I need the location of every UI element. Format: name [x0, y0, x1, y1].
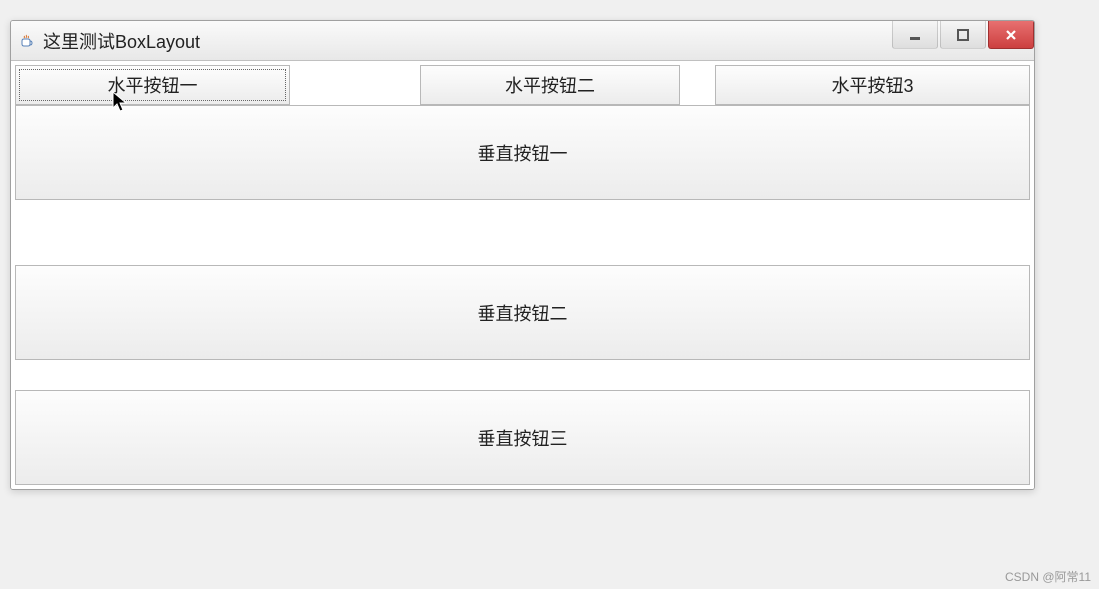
button-label: 水平按钮二 [505, 72, 595, 98]
button-label: 垂直按钮一 [478, 140, 568, 166]
java-cup-icon [17, 32, 35, 50]
vertical-button-1[interactable]: 垂直按钮一 [15, 105, 1030, 200]
window-title: 这里测试BoxLayout [43, 28, 1028, 54]
horizontal-button-3[interactable]: 水平按钮3 [715, 65, 1030, 105]
watermark: CSDN @阿常11 [1005, 568, 1091, 585]
app-window: 这里测试BoxLayout 水平按钮一 [10, 20, 1035, 490]
button-label: 垂直按钮三 [478, 425, 568, 451]
horizontal-button-2[interactable]: 水平按钮二 [420, 65, 680, 105]
vertical-strut-1 [15, 200, 1030, 265]
title-bar: 这里测试BoxLayout [11, 21, 1034, 61]
horizontal-button-1[interactable]: 水平按钮一 [15, 65, 290, 105]
close-button[interactable] [988, 21, 1034, 49]
minimize-button[interactable] [892, 21, 938, 49]
vertical-button-3[interactable]: 垂直按钮三 [15, 390, 1030, 485]
button-label: 垂直按钮二 [478, 300, 568, 326]
button-label: 水平按钮一 [108, 72, 198, 98]
horizontal-box: 水平按钮一 水平按钮二 水平按钮3 [15, 65, 1030, 105]
horizontal-strut-2 [680, 65, 715, 105]
maximize-button[interactable] [940, 21, 986, 49]
horizontal-strut-1 [290, 65, 420, 105]
vertical-strut-2 [15, 360, 1030, 390]
vertical-button-2[interactable]: 垂直按钮二 [15, 265, 1030, 360]
client-area: 水平按钮一 水平按钮二 水平按钮3 垂直按钮一 垂直按钮二 [11, 61, 1034, 489]
window-controls [892, 21, 1034, 51]
button-label: 水平按钮3 [831, 72, 913, 98]
